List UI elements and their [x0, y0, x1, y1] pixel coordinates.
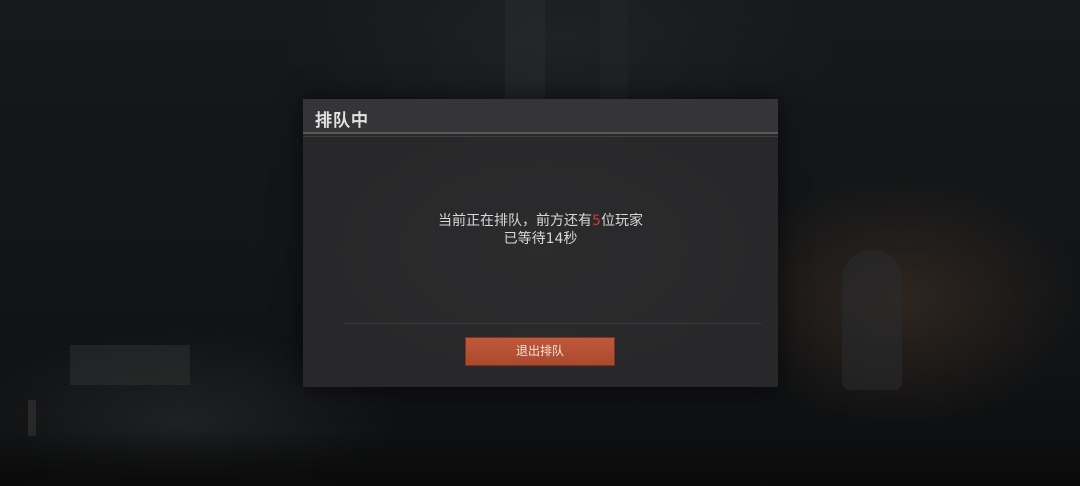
background-pillar: [600, 0, 628, 100]
background-pillar: [505, 0, 545, 110]
queue-message: 当前正在排队，前方还有5位玩家 已等待14秒: [303, 212, 778, 248]
background-crate: [70, 345, 190, 385]
background-character: [842, 250, 902, 390]
queue-prefix-text: 当前正在排队，前方还有: [438, 213, 593, 229]
background-floor: [0, 430, 1080, 486]
dialog-divider: [345, 323, 761, 324]
dialog-title: 排队中: [315, 111, 369, 131]
quit-queue-button[interactable]: 退出排队: [465, 337, 615, 366]
queue-position-line: 当前正在排队，前方还有5位玩家: [303, 212, 778, 230]
dialog-header: 排队中: [303, 99, 778, 137]
queue-suffix-text: 位玩家: [600, 213, 643, 229]
wait-time-line: 已等待14秒: [503, 231, 578, 247]
queue-count: 5: [592, 213, 601, 229]
game-background: 排队中 当前正在排队，前方还有5位玩家 已等待14秒 退出排队: [0, 0, 1080, 486]
queue-dialog: 排队中 当前正在排队，前方还有5位玩家 已等待14秒 退出排队: [303, 99, 778, 387]
